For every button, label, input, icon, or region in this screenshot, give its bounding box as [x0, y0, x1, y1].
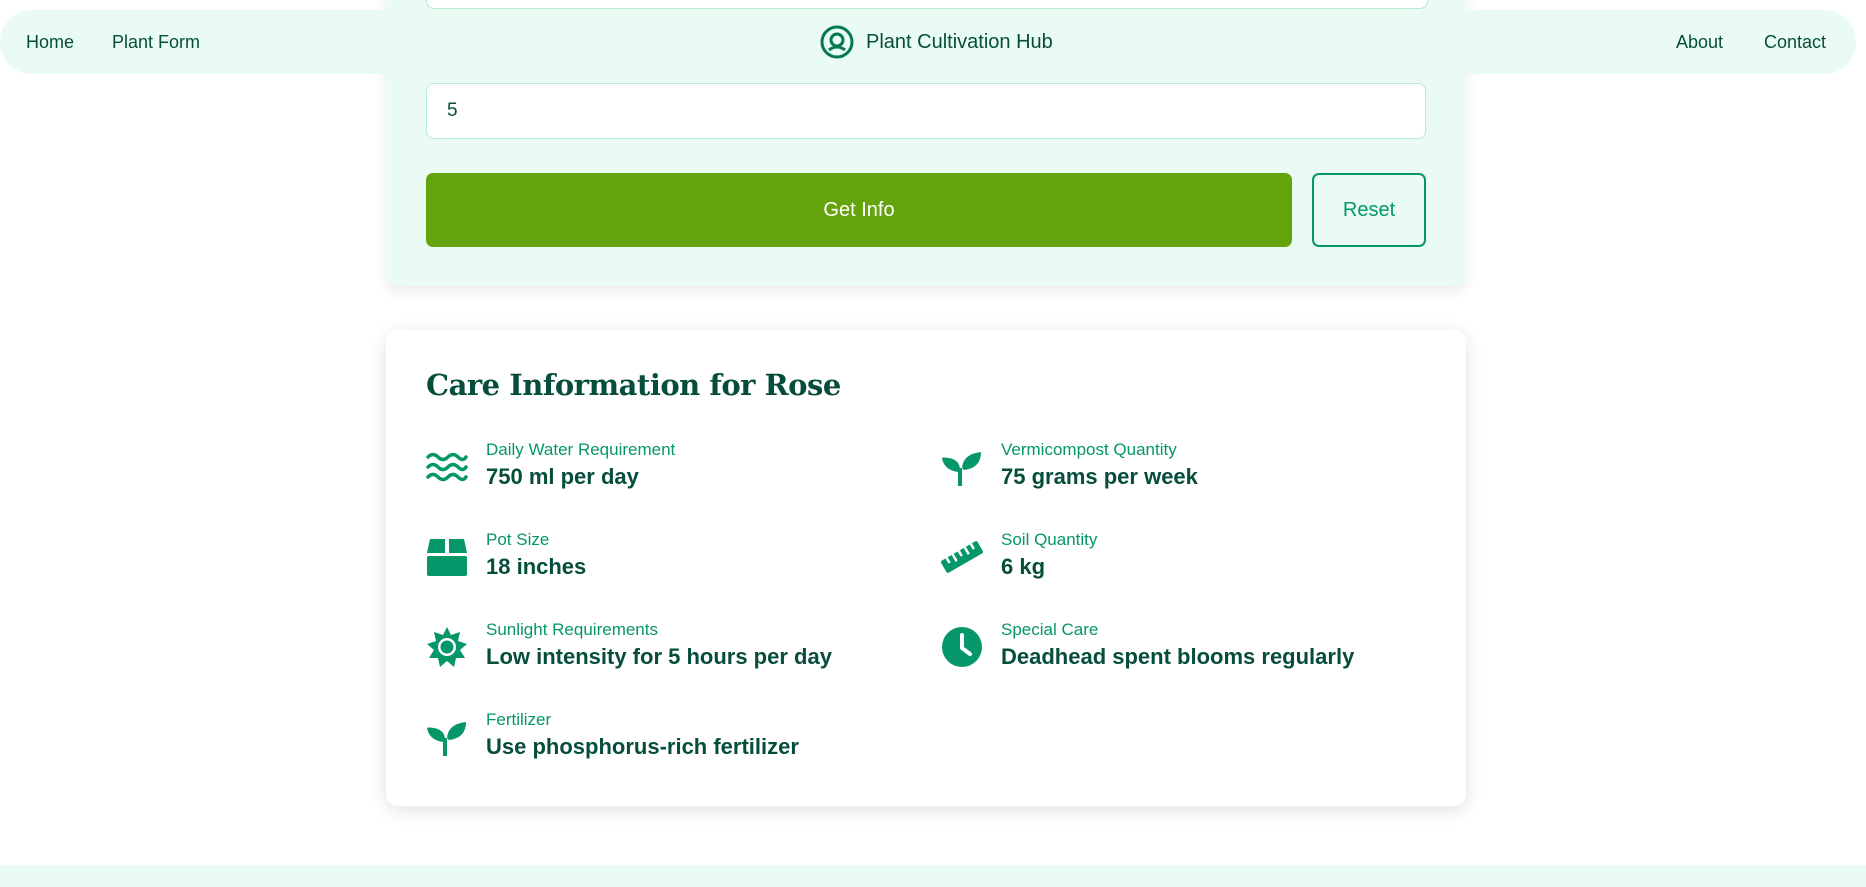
- info-item-water: Daily Water Requirement 750 ml per day: [426, 440, 926, 510]
- nav-home-link[interactable]: Home: [26, 10, 74, 74]
- info-label: Fertilizer: [486, 710, 552, 729]
- nav-about-link[interactable]: About: [1676, 10, 1723, 74]
- info-label: Vermicompost Quantity: [1001, 440, 1177, 459]
- brand-name: Plant Cultivation Hub: [866, 30, 1053, 53]
- info-value: Low intensity for 5 hours per day: [486, 644, 832, 669]
- info-value: Use phosphorus-rich fertilizer: [486, 734, 799, 759]
- info-item-pot-size: Pot Size 18 inches: [426, 530, 926, 600]
- get-info-button[interactable]: Get Info: [426, 173, 1292, 247]
- info-item-sunlight: Sunlight Requirements Low intensity for …: [426, 620, 926, 690]
- care-info-title: Care Information for Rose: [426, 368, 841, 402]
- info-item-special-care: Special Care Deadhead spent blooms regul…: [941, 620, 1441, 690]
- brand[interactable]: Plant Cultivation Hub: [820, 10, 1053, 74]
- clock-icon: [942, 627, 982, 667]
- info-label: Sunlight Requirements: [486, 620, 658, 639]
- info-label: Pot Size: [486, 530, 550, 549]
- info-label: Special Care: [1001, 620, 1099, 639]
- nav-contact-link[interactable]: Contact: [1764, 10, 1826, 74]
- quantity-input[interactable]: [426, 83, 1426, 139]
- footer: [0, 865, 1866, 887]
- reset-button[interactable]: Reset: [1312, 173, 1426, 247]
- water-icon: [426, 452, 468, 482]
- top-navbar: Home Plant Form Plant Cultivation Hub Ab…: [0, 10, 1856, 74]
- previous-input-field[interactable]: [426, 0, 1428, 9]
- nav-plant-form-link[interactable]: Plant Form: [112, 10, 200, 74]
- info-value: 18 inches: [486, 554, 587, 579]
- ruler-icon: [941, 541, 983, 573]
- info-value: 75 grams per week: [1001, 464, 1198, 489]
- info-value: 750 ml per day: [486, 464, 639, 489]
- info-label: Daily Water Requirement: [486, 440, 676, 459]
- info-item-fertilizer: Fertilizer Use phosphorus-rich fertilize…: [426, 710, 926, 780]
- info-value: 6 kg: [1001, 554, 1046, 579]
- brand-logo-icon: [820, 25, 854, 59]
- sprout-icon: [427, 722, 466, 756]
- sun-icon: [427, 627, 467, 667]
- info-label: Soil Quantity: [1001, 530, 1098, 549]
- care-info-card: Care Information for Rose Daily Water Re…: [386, 330, 1466, 806]
- info-item-vermicompost: Vermicompost Quantity 75 grams per week: [941, 440, 1441, 510]
- sprout-icon: [942, 452, 981, 486]
- info-value: Deadhead spent blooms regularly: [1001, 644, 1355, 669]
- info-item-soil: Soil Quantity 6 kg: [941, 530, 1441, 600]
- box-icon: [427, 539, 467, 576]
